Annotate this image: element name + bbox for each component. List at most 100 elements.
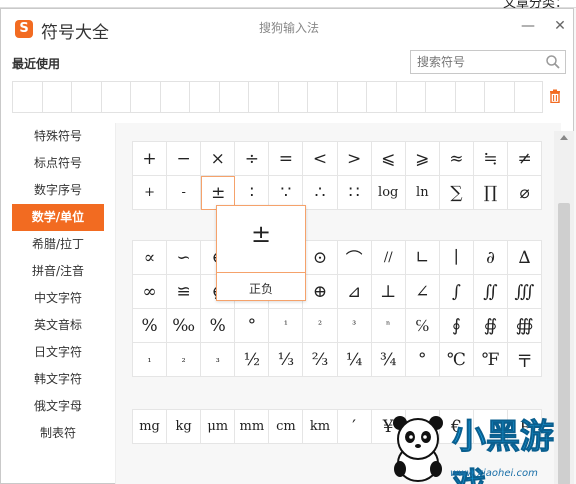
symbol-cell[interactable]: % <box>133 309 168 343</box>
symbol-cell[interactable]: − <box>167 142 202 176</box>
symbol-cell[interactable]: log <box>371 176 406 210</box>
symbol-cell[interactable]: ⌀ <box>508 176 543 210</box>
symbol-cell[interactable]: ℉ <box>473 343 509 377</box>
symbol-cell[interactable]: km <box>303 410 338 444</box>
sidebar-item[interactable]: 数字序号 <box>12 177 104 204</box>
recent-symbol-slot[interactable] <box>425 81 455 113</box>
sidebar-item[interactable]: 制表符 <box>12 420 104 447</box>
sidebar-item[interactable]: 日文字符 <box>12 339 104 366</box>
symbol-cell[interactable]: ∫ <box>439 275 474 309</box>
symbol-cell[interactable]: ¼ <box>337 343 372 377</box>
symbol-cell[interactable]: ℅ <box>405 309 440 343</box>
sidebar-item[interactable]: 数学/单位 <box>12 204 104 231</box>
minimize-button[interactable]: — <box>519 17 537 35</box>
recent-symbol-slot[interactable] <box>513 81 543 113</box>
recent-symbol-slot[interactable] <box>307 81 337 113</box>
symbol-cell[interactable]: - <box>167 176 202 210</box>
symbol-cell[interactable]: ⅓ <box>269 343 304 377</box>
sidebar-item[interactable]: 韩文字符 <box>12 366 104 393</box>
symbol-cell[interactable]: ∏ <box>473 176 509 210</box>
symbol-cell[interactable]: ℃ <box>439 343 474 377</box>
symbol-cell[interactable]: ∷ <box>337 176 372 210</box>
symbol-cell[interactable]: kg <box>167 410 202 444</box>
recent-symbol-slot[interactable] <box>100 81 130 113</box>
close-button[interactable]: ✕ <box>551 17 569 35</box>
symbol-cell[interactable]: ln <box>405 176 440 210</box>
symbol-cell[interactable]: ⁿ <box>371 309 406 343</box>
symbol-cell[interactable]: ∴ <box>303 176 338 210</box>
search-input[interactable] <box>411 51 539 73</box>
symbol-cell[interactable]: ≒ <box>473 142 509 176</box>
symbol-cell[interactable]: ≈ <box>439 142 474 176</box>
symbol-cell[interactable]: × <box>201 142 236 176</box>
recent-symbol-slot[interactable] <box>248 81 278 113</box>
title-bar[interactable]: S 符号大全 搜狗输入法 — ✕ <box>1 9 573 45</box>
sidebar-item[interactable]: 特殊符号 <box>12 123 104 150</box>
symbol-cell[interactable]: ∭ <box>508 275 543 309</box>
symbol-cell[interactable]: ∟ <box>405 241 440 275</box>
recent-symbol-slot[interactable] <box>395 81 425 113</box>
search-icon[interactable] <box>545 54 561 70</box>
symbol-cell[interactable]: ⅔ <box>303 343 338 377</box>
symbol-cell[interactable]: ∽ <box>167 241 202 275</box>
symbol-cell[interactable]: ∞ <box>133 275 168 309</box>
symbol-cell[interactable]: ⊙ <box>303 241 338 275</box>
recent-symbol-slot[interactable] <box>159 81 189 113</box>
recent-symbol-slot[interactable] <box>71 81 101 113</box>
symbol-cell[interactable]: ⩽ <box>371 142 406 176</box>
symbol-cell[interactable]: ∂ <box>473 241 509 275</box>
symbol-cell[interactable]: ⊕ <box>303 275 338 309</box>
symbol-cell[interactable]: ¹ <box>269 309 304 343</box>
recent-symbol-slot[interactable] <box>336 81 366 113</box>
recent-symbol-slot[interactable] <box>12 81 42 113</box>
recent-symbol-slot[interactable] <box>189 81 219 113</box>
symbol-cell[interactable]: ∝ <box>133 241 168 275</box>
sidebar-item[interactable]: 拼音/注音 <box>12 258 104 285</box>
symbol-cell[interactable]: ° <box>235 309 270 343</box>
symbol-cell[interactable]: ∰ <box>508 309 543 343</box>
symbol-cell[interactable]: ° <box>405 343 440 377</box>
recent-symbol-slot[interactable] <box>484 81 514 113</box>
symbol-cell[interactable]: // <box>371 241 406 275</box>
symbol-cell[interactable]: ≠ <box>508 142 543 176</box>
symbol-cell[interactable]: ⌒ <box>337 241 372 275</box>
symbol-cell[interactable]: ₃ <box>201 343 236 377</box>
symbol-cell[interactable]: ² <box>303 309 338 343</box>
symbol-cell[interactable]: ³ <box>337 309 372 343</box>
symbol-cell[interactable]: ‰ <box>167 309 202 343</box>
recent-symbol-slot[interactable] <box>130 81 160 113</box>
symbol-cell[interactable]: 〒 <box>508 343 543 377</box>
symbol-cell[interactable]: > <box>337 142 372 176</box>
symbol-cell[interactable]: mm <box>235 410 270 444</box>
symbol-cell[interactable]: < <box>303 142 338 176</box>
symbol-cell[interactable]: ≌ <box>167 275 202 309</box>
symbol-cell[interactable]: ∣ <box>439 241 474 275</box>
sidebar-item[interactable]: 标点符号 <box>12 150 104 177</box>
scroll-up-arrow-icon[interactable] <box>560 135 568 140</box>
sidebar-item[interactable]: 俄文字母 <box>12 393 104 420</box>
recent-symbol-slot[interactable] <box>41 81 71 113</box>
symbol-cell[interactable]: ∬ <box>473 275 509 309</box>
symbol-cell[interactable]: ⊿ <box>337 275 372 309</box>
recent-symbol-slot[interactable] <box>454 81 484 113</box>
symbol-cell[interactable]: ÷ <box>235 142 270 176</box>
recent-symbol-slot[interactable] <box>366 81 396 113</box>
symbol-cell[interactable]: ∑ <box>439 176 474 210</box>
symbol-cell[interactable]: μm <box>201 410 236 444</box>
symbol-cell[interactable]: ₁ <box>133 343 168 377</box>
search-box[interactable] <box>410 50 566 74</box>
symbol-cell[interactable]: mg <box>133 410 168 444</box>
symbol-cell[interactable]: = <box>269 142 304 176</box>
symbol-cell[interactable]: ∮ <box>439 309 474 343</box>
trash-icon[interactable] <box>548 89 562 103</box>
recent-symbol-slot[interactable] <box>218 81 248 113</box>
symbol-cell[interactable]: + <box>133 176 168 210</box>
symbol-cell[interactable]: ½ <box>235 343 270 377</box>
symbol-cell[interactable]: ⊥ <box>371 275 406 309</box>
symbol-cell[interactable]: ₂ <box>167 343 202 377</box>
symbol-cell[interactable]: cm <box>269 410 304 444</box>
symbol-cell[interactable]: ′ <box>337 410 372 444</box>
symbol-cell[interactable]: ¾ <box>371 343 406 377</box>
symbol-cell[interactable]: % <box>201 309 236 343</box>
recent-symbol-slot[interactable] <box>277 81 307 113</box>
